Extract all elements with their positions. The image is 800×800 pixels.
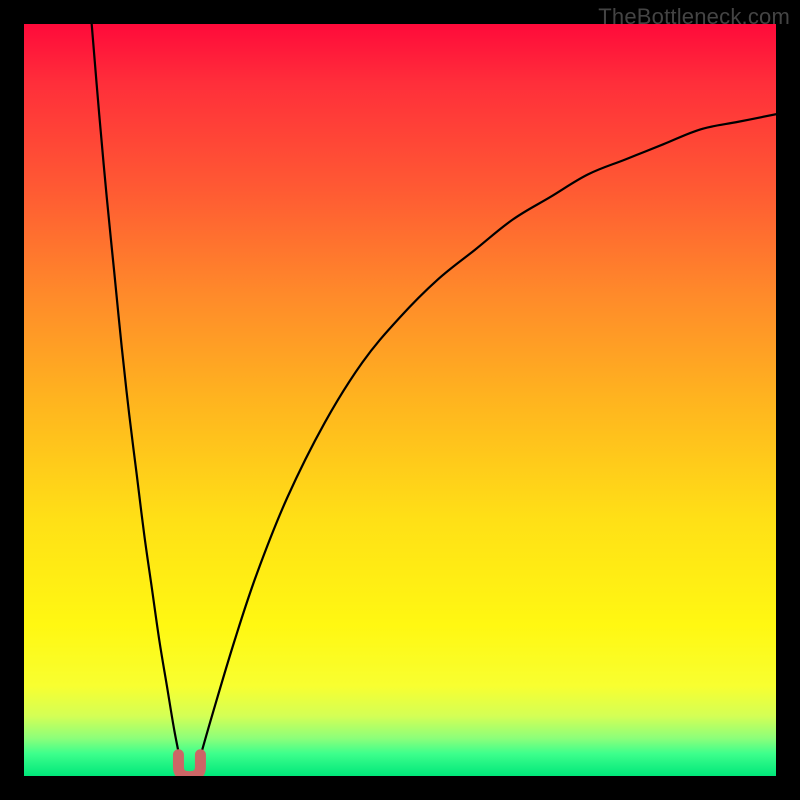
curve-right-branch [197, 114, 776, 768]
optimum-marker [178, 755, 200, 776]
bottleneck-curve [24, 24, 776, 776]
plot-area [24, 24, 776, 776]
curve-left-branch [92, 24, 182, 768]
chart-frame: TheBottleneck.com [0, 0, 800, 800]
watermark-text: TheBottleneck.com [598, 4, 790, 30]
